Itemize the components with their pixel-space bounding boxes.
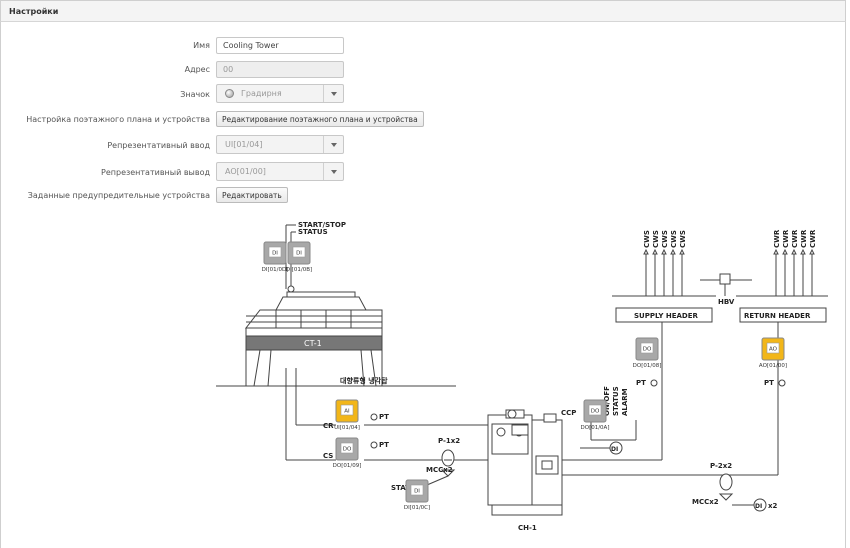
address-label: Адрес: [184, 65, 210, 74]
floor-plan-label: Настройка поэтажного плана и устройства: [26, 115, 210, 124]
address-input[interactable]: 00: [216, 61, 344, 78]
ccp-label: CCP: [561, 409, 576, 417]
device-di2[interactable]: DI DI[01/0B]: [286, 241, 312, 273]
device-type-label: DO: [643, 347, 652, 353]
icon-label: Значок: [180, 90, 210, 99]
chevron-down-icon: [331, 170, 337, 174]
device-address-label: DO[01/08]: [633, 363, 662, 369]
device-do2[interactable]: DO DO[01/0A]: [581, 399, 610, 431]
device-di1[interactable]: DI DI[01/0D]: [262, 241, 289, 273]
supply-header: SUPPLY HEADER: [612, 295, 716, 323]
device-address-label: DI[01/0B]: [286, 267, 312, 273]
ch1-label: CH-1: [518, 524, 537, 532]
cwr-label: CWR: [800, 229, 808, 248]
device-ai1[interactable]: AI UI[01/04]: [334, 399, 360, 431]
supply-header-label: SUPPLY HEADER: [634, 312, 699, 320]
cws-branches: CWS CWS CWS CWS CWS: [643, 230, 687, 296]
device-type-label: AO: [769, 347, 778, 353]
device-address-label: DI[01/0C]: [404, 505, 430, 511]
name-label: Имя: [193, 41, 210, 50]
korean-label: 대향류형 냉각탑: [340, 376, 388, 385]
device-address-label: DO[01/0A]: [581, 425, 610, 431]
device-type-label: DI: [272, 251, 278, 257]
rep-output-select[interactable]: AO[01/00]: [216, 162, 344, 181]
device-type-label: DI: [414, 489, 420, 495]
di-symbol-2: DI: [755, 503, 762, 510]
cws-label: CWS: [679, 230, 687, 248]
chevron-down-icon: [331, 143, 337, 147]
chevron-down-icon: [331, 92, 337, 96]
device-address-label: UI[01/04]: [334, 425, 360, 431]
return-header: RETURN HEADER: [736, 295, 828, 323]
pt-label-4: PT: [764, 379, 774, 387]
device-ao1[interactable]: AO AO[01/00]: [759, 337, 787, 369]
cwr-branches: CWR CWR CWR CWR CWR: [773, 229, 817, 296]
cwr-label: CWR: [791, 229, 799, 248]
cws-label: CWS: [652, 230, 660, 248]
rep-output-label: Репрезентативный вывод: [101, 168, 210, 177]
panel-title: Настройки: [9, 7, 59, 16]
device-type-label: AI: [344, 409, 350, 415]
pt-label-1: PT: [379, 413, 389, 421]
cws-label: CWS: [670, 230, 678, 248]
edit-floor-plan-button[interactable]: Редактирование поэтажного плана и устрой…: [216, 111, 424, 127]
mcc2-label: MCCx2: [692, 498, 719, 506]
chiller: CH-1: [487, 409, 563, 532]
cws-label: CWS: [643, 230, 651, 248]
name-input[interactable]: Cooling Tower: [216, 37, 344, 54]
rep-input-value: UI[01/04]: [225, 140, 263, 149]
status-v-label: STATUS: [612, 386, 620, 416]
p2-label: P-2x2: [710, 462, 732, 470]
device-type-label: DO: [591, 409, 600, 415]
device-address-label: DO[01/09]: [333, 463, 362, 469]
device-do3[interactable]: DO DO[01/08]: [633, 337, 662, 369]
hbv-label: HBV: [718, 298, 735, 306]
pt-label-3: PT: [636, 379, 646, 387]
device-type-label: DI: [296, 251, 302, 257]
cwr-label: CWR: [782, 229, 790, 248]
di-x2-label: x2: [768, 502, 778, 510]
panel-header: Настройки: [0, 0, 846, 22]
cs-label: CS: [323, 452, 333, 460]
ct1-label: CT-1: [304, 339, 322, 348]
cwr-label: CWR: [809, 229, 817, 248]
device-type-label: DO: [343, 447, 352, 453]
cwr-label: CWR: [773, 229, 781, 248]
cws-label: CWS: [661, 230, 669, 248]
device-address-label: DI[01/0D]: [262, 267, 289, 273]
device-do1[interactable]: DO DO[01/09]: [333, 437, 362, 469]
warning-devices-label: Заданные предупредительные устройства: [27, 191, 210, 200]
floor-plan-diagram: CT-1 대향류형 냉각탑 START/STOP STATUS CR CS PT…: [216, 221, 828, 532]
rep-output-value: AO[01/00]: [225, 167, 266, 176]
di-symbol-1: DI: [611, 446, 618, 453]
device-di3[interactable]: DI DI[01/0C]: [404, 479, 430, 511]
edit-warning-devices-button[interactable]: Редактировать: [216, 187, 288, 203]
rep-input-label: Репрезентативный ввод: [107, 141, 210, 150]
icon-select-value: Градирня: [241, 89, 282, 98]
icon-select[interactable]: Градирня: [216, 84, 344, 103]
cooling-tower-icon: [225, 89, 234, 98]
cooling-tower: CT-1 대향류형 냉각탑 START/STOP STATUS: [216, 221, 456, 387]
pt-label-2: PT: [379, 441, 389, 449]
p1-label: P-1x2: [438, 437, 460, 445]
cr-label: CR: [323, 422, 334, 430]
alarm-label: ALARM: [621, 388, 629, 416]
rep-input-select[interactable]: UI[01/04]: [216, 135, 344, 154]
device-address-label: AO[01/00]: [759, 363, 787, 369]
return-header-label: RETURN HEADER: [744, 312, 811, 320]
status-label: STATUS: [298, 228, 328, 236]
mcc1-label: MCCx2: [426, 466, 453, 474]
